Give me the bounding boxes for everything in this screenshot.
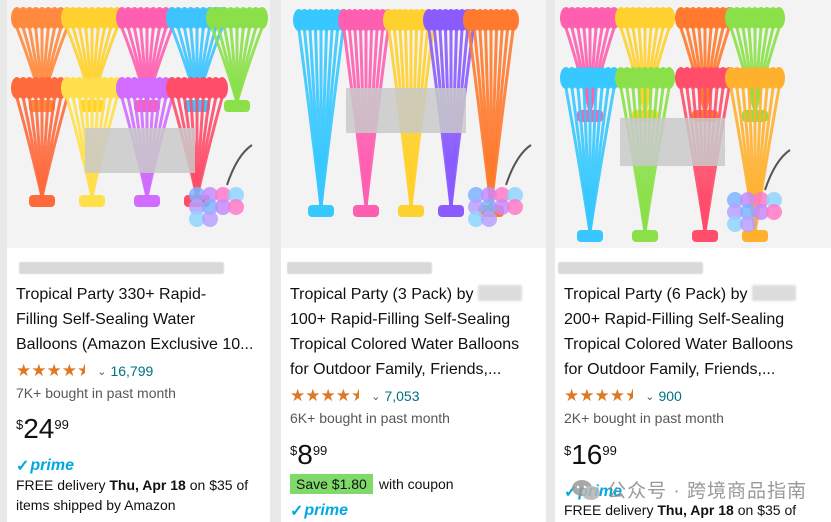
- star-icon: ★: [564, 386, 580, 405]
- star-icon: ★: [335, 386, 351, 405]
- star-icon: ★: [625, 386, 641, 405]
- title-line: Tropical Party 330+ Rapid-: [16, 286, 207, 303]
- prime-check-icon: ✓: [16, 458, 30, 475]
- delivery-info: FREE delivery Thu, Apr 18 on $35 of item…: [16, 475, 264, 515]
- product-title-2[interactable]: Tropical Party (3 Pack) by 100+ Rapid-Fi…: [290, 282, 540, 382]
- title-line: for Outdoor Family, Friends,...: [290, 361, 502, 378]
- star-icon: ★: [46, 361, 62, 380]
- title-line: Filling Self-Sealing Water: [16, 311, 196, 328]
- wechat-icon: [572, 479, 601, 500]
- coupon-row[interactable]: Save $1.80 with coupon: [290, 474, 454, 494]
- title-line: Tropical Colored Water Balloons: [290, 336, 520, 353]
- rating-row-2[interactable]: ★ ★ ★ ★ ★ ⌄ 7,053: [290, 387, 420, 405]
- price[interactable]: $ 8 99: [290, 440, 327, 470]
- title-line: Balloons (Amazon Exclusive 10...: [16, 336, 254, 353]
- price-symbol: $: [16, 417, 24, 432]
- watermark: 公众号 · 跨境商品指南: [571, 476, 807, 503]
- title-line: Tropical Party (3 Pack) by: [290, 282, 540, 307]
- brand-placeholder: [558, 262, 703, 274]
- prime-badge: ✓ prime: [16, 456, 74, 476]
- title-line: 200+ Rapid-Filling Self-Sealing: [564, 311, 785, 328]
- title-text: Tropical Party (6 Pack) by: [564, 286, 748, 303]
- price[interactable]: $ 16 99: [564, 440, 617, 470]
- star-icon: ★: [594, 386, 610, 405]
- bought-text: 7K+ bought in past month: [16, 385, 176, 401]
- price-whole: 16: [571, 439, 603, 470]
- product-card-3[interactable]: Tropical Party (6 Pack) by 200+ Rapid-Fi…: [555, 0, 831, 522]
- delivery-info: FREE delivery Thu, Apr 18 on $35 of: [564, 500, 825, 520]
- star-rating: ★ ★ ★ ★ ★: [16, 362, 92, 380]
- brand-placeholder: [19, 262, 224, 274]
- watermark-text: 公众号 · 跨境商品指南: [607, 481, 807, 502]
- delivery-date: Thu, Apr 18: [657, 502, 734, 518]
- coupon-badge[interactable]: Save $1.80: [290, 474, 373, 494]
- brand-placeholder: [287, 262, 432, 274]
- star-icon: ★: [31, 361, 47, 380]
- rating-row-1[interactable]: ★ ★ ★ ★ ★ ⌄ 16,799: [16, 362, 153, 380]
- star-icon: ★: [579, 386, 595, 405]
- title-line: Tropical Colored Water Balloons: [564, 336, 794, 353]
- price[interactable]: $ 24 99: [16, 414, 69, 444]
- prime-label: prime: [30, 457, 74, 474]
- star-icon: ★: [290, 386, 306, 405]
- product-image-3[interactable]: [555, 0, 831, 248]
- rating-count[interactable]: 16,799: [110, 363, 153, 379]
- balloon-bunches-image: [293, 9, 532, 227]
- title-text: Tropical Party (3 Pack) by: [290, 286, 474, 303]
- star-icon: ★: [305, 386, 321, 405]
- coupon-text: with coupon: [378, 476, 454, 492]
- delivery-prefix: FREE delivery: [564, 502, 658, 518]
- rating-row-3[interactable]: ★ ★ ★ ★ ★ ⌄ 900: [564, 387, 682, 405]
- rating-count[interactable]: 7,053: [384, 388, 419, 404]
- balloon-bunches-image: [11, 7, 268, 227]
- delivery-suffix: on $35 of: [733, 502, 797, 518]
- product-image-1[interactable]: [7, 0, 270, 248]
- price-fraction: 99: [54, 417, 69, 432]
- balloon-bunches-image: [560, 7, 791, 242]
- price-symbol: $: [290, 443, 298, 458]
- star-icon: ★: [320, 386, 336, 405]
- delivery-date: Thu, Apr 18: [109, 477, 186, 493]
- title-line: 100+ Rapid-Filling Self-Sealing: [290, 311, 511, 328]
- price-fraction: 99: [312, 443, 328, 458]
- prime-badge: ✓ prime: [290, 501, 348, 521]
- product-card-1[interactable]: Tropical Party 330+ Rapid- Filling Self-…: [7, 0, 270, 522]
- bought-text: 6K+ bought in past month: [290, 410, 450, 426]
- prime-label: prime: [304, 502, 348, 519]
- bought-text: 2K+ bought in past month: [564, 410, 724, 426]
- rating-count[interactable]: 900: [658, 388, 681, 404]
- chevron-down-icon[interactable]: ⌄: [645, 390, 654, 403]
- star-icon: ★: [77, 361, 93, 380]
- chevron-down-icon[interactable]: ⌄: [371, 390, 380, 403]
- star-rating: ★ ★ ★ ★ ★: [564, 387, 640, 405]
- brand-blur: [751, 285, 796, 301]
- product-title-1[interactable]: Tropical Party 330+ Rapid- Filling Self-…: [16, 282, 264, 357]
- star-rating: ★ ★ ★ ★ ★: [290, 387, 366, 405]
- product-image-2[interactable]: [281, 0, 546, 248]
- prime-check-icon: ✓: [290, 503, 304, 520]
- star-icon: ★: [61, 361, 77, 380]
- price-fraction: 99: [602, 443, 617, 458]
- brand-blur: [477, 285, 522, 301]
- price-symbol: $: [564, 443, 572, 458]
- title-line: Tropical Party (6 Pack) by: [564, 282, 825, 307]
- chevron-down-icon[interactable]: ⌄: [97, 365, 106, 378]
- product-card-2[interactable]: Tropical Party (3 Pack) by 100+ Rapid-Fi…: [281, 0, 546, 522]
- star-icon: ★: [16, 361, 32, 380]
- price-whole: 8: [297, 439, 313, 470]
- star-icon: ★: [609, 386, 625, 405]
- title-line: for Outdoor Family, Friends,...: [564, 361, 776, 378]
- price-whole: 24: [23, 413, 55, 444]
- delivery-prefix: FREE delivery: [16, 477, 110, 493]
- star-icon: ★: [351, 386, 367, 405]
- product-title-3[interactable]: Tropical Party (6 Pack) by 200+ Rapid-Fi…: [564, 282, 825, 382]
